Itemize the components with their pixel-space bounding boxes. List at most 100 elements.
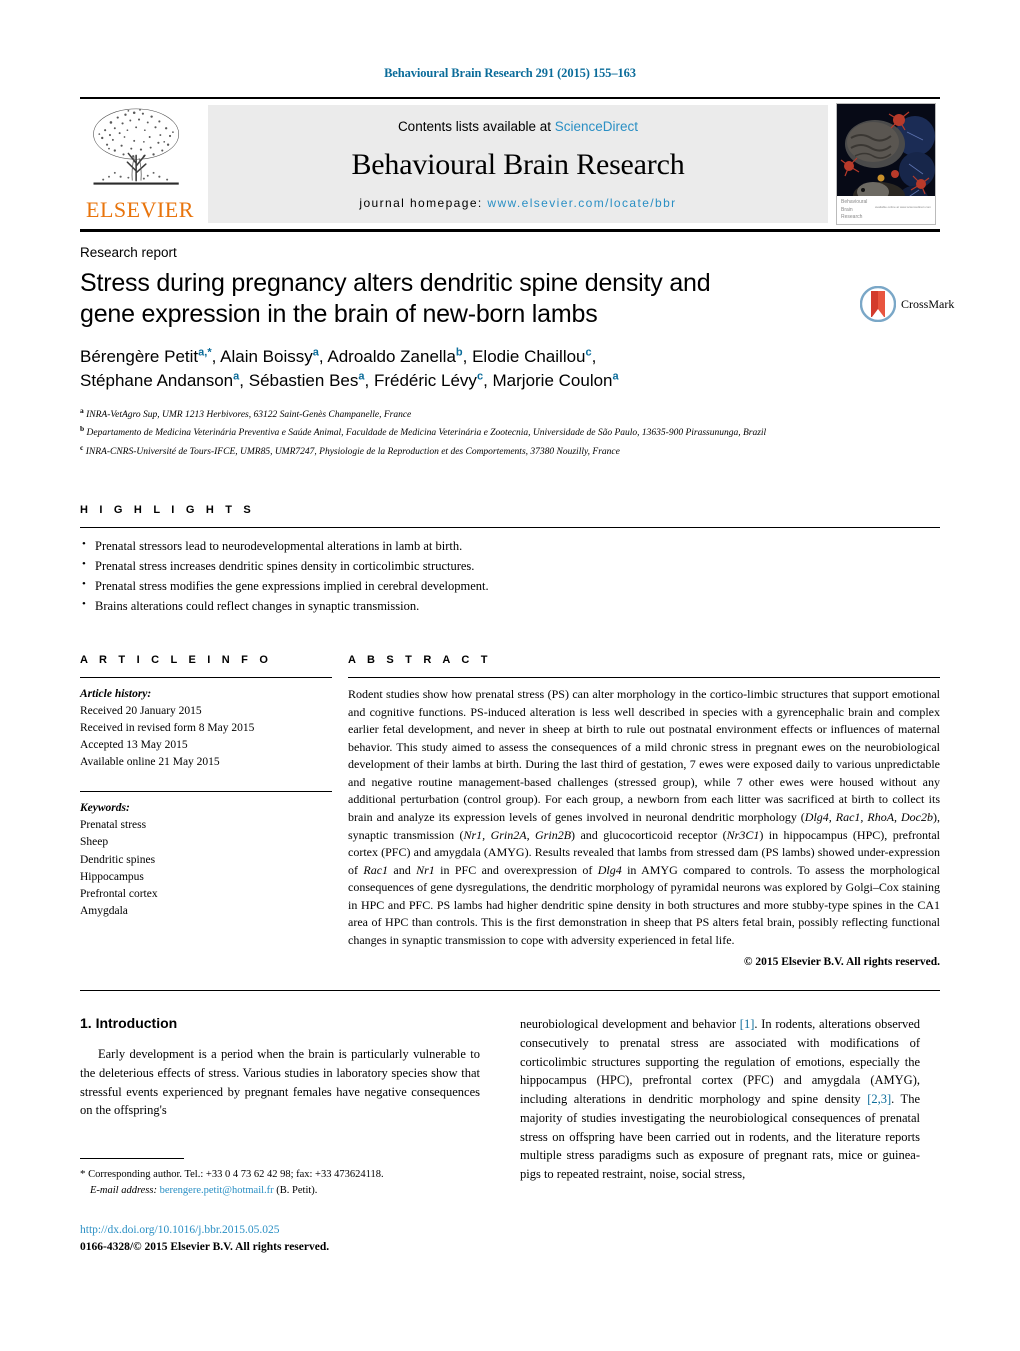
highlights-list: Prenatal stressors lead to neurodevelopm…: [80, 536, 940, 617]
author-name: Bérengère Petita,*: [80, 345, 212, 366]
page-title: Stress during pregnancy alters dendritic…: [80, 269, 711, 329]
corresponding-author-footnote: * Corresponding author. Tel.: +33 0 4 73…: [80, 1158, 500, 1199]
highlights-heading: H I G H L I G H T S: [80, 504, 255, 517]
doi-link[interactable]: http://dx.doi.org/10.1016/j.bbr.2015.05.…: [80, 1222, 329, 1239]
author-name: Elodie Chaillouc: [472, 345, 592, 366]
author-name: Frédéric Lévyc: [373, 370, 484, 391]
introduction-paragraph-left: Early development is a period when the b…: [80, 1047, 480, 1118]
author-line-1: Bérengère Petita,*, Alain Boissya, Adroa…: [80, 345, 597, 366]
info-abstract-row: A R T I C L E I N F O Article history: R…: [80, 654, 940, 968]
affiliation-mark: b: [80, 424, 85, 434]
author-name: Marjorie Coulona: [492, 370, 619, 391]
highlight-item: Prenatal stress modifies the gene expres…: [80, 576, 940, 597]
doi-block: http://dx.doi.org/10.1016/j.bbr.2015.05.…: [80, 1222, 329, 1257]
author-name: Alain Boissya: [220, 345, 319, 366]
highlight-item: Brains alterations could reflect changes…: [80, 596, 940, 617]
author-affiliation-mark: a: [312, 345, 319, 358]
gene-names: Dlg4: [597, 862, 622, 877]
journal-homepage-line: journal homepage: www.elsevier.com/locat…: [359, 196, 676, 210]
footnote-text: * Corresponding author. Tel.: +33 0 4 73…: [80, 1166, 500, 1199]
sciencedirect-link[interactable]: ScienceDirect: [555, 119, 638, 134]
article-type-label: Research report: [80, 245, 177, 260]
contents-available-line: Contents lists available at ScienceDirec…: [398, 119, 638, 134]
highlight-item: Prenatal stressors lead to neurodevelopm…: [80, 536, 940, 557]
citation-ref[interactable]: [2,3]: [867, 1092, 891, 1106]
email-owner: (B. Petit).: [276, 1184, 318, 1196]
author-affiliation-mark: a,*: [198, 345, 212, 358]
abstract-rule: [348, 677, 940, 679]
author-affiliation-mark: a: [358, 370, 365, 383]
citation-ref[interactable]: [1]: [740, 1017, 755, 1031]
affiliation-item: b Departamento de Medicina Veterinária P…: [80, 424, 767, 439]
keyword-item: Hippocampus: [80, 870, 144, 883]
email-link[interactable]: berengere.petit@hotmail.fr: [160, 1185, 274, 1196]
abstract-section: A B S T R A C T Rodent studies show how …: [348, 654, 940, 968]
journal-cover: available online at www.sciencedirect.co…: [836, 103, 940, 225]
highlights-rule: [80, 527, 940, 529]
article-history-block: Article history: Received 20 January 201…: [80, 686, 332, 771]
affiliation-item: a INRA-VetAgro Sup, UMR 1213 Herbivores,…: [80, 405, 412, 420]
author-affiliation-mark: c: [476, 370, 484, 383]
gene-names: Dlg4, Rac1, RhoA, Doc2b: [804, 809, 933, 824]
author-affiliation-mark: a: [233, 370, 240, 383]
abstract-copyright: © 2015 Elsevier B.V. All rights reserved…: [743, 956, 940, 969]
issn-copyright-line: 0166-4328/© 2015 Elsevier B.V. All right…: [80, 1241, 330, 1254]
cover-caption-tiny: available online at www.sciencedirect.co…: [874, 205, 931, 209]
abstract-heading: A B S T R A C T: [348, 654, 492, 667]
cover-caption: available online at www.sciencedirect.co…: [837, 196, 935, 224]
gene-names: Nr1: [416, 862, 435, 877]
keywords-label: Keywords:: [80, 802, 130, 815]
journal-masthead: ELSEVIER Contents lists available at Sci…: [80, 97, 940, 225]
article-info-rule: [80, 677, 332, 679]
gene-names: Nr1, Grin2A, Grin2B: [463, 827, 572, 842]
highlight-item: Prenatal stress increases dendritic spin…: [80, 556, 940, 577]
author-affiliation-mark: b: [455, 345, 463, 358]
keyword-item: Prenatal stress: [80, 819, 147, 832]
keyword-item: Dendritic spines: [80, 853, 156, 866]
gene-names: Rac1: [363, 862, 389, 877]
keyword-item: Amygdala: [80, 904, 128, 917]
article-history-item: Received in revised form 8 May 2015: [80, 722, 255, 735]
footnote-rule: [80, 1158, 184, 1159]
affiliation-list: a INRA-VetAgro Sup, UMR 1213 Herbivores,…: [80, 405, 940, 461]
masthead-bottom-rule: [80, 229, 940, 232]
article-history-item: Received 20 January 2015: [80, 705, 202, 718]
introduction-heading: 1. Introduction: [80, 1015, 178, 1032]
author-line-2: Stéphane Andansona, Sébastien Besa, Fréd…: [80, 370, 619, 391]
keywords-rule: [80, 791, 332, 793]
author-name: Adroaldo Zanellab: [327, 345, 463, 366]
gene-names: Nr3C1: [726, 827, 760, 842]
body-top-rule: [80, 990, 940, 992]
body-column-right: neurobiological development and behavior…: [520, 1015, 920, 1184]
keywords-items: Prenatal stress Sheep Dendritic spines Hipp…: [80, 817, 332, 919]
footnote-star: *: [80, 1168, 86, 1180]
highlights-section: H I G H L I G H T S Prenatal stressors l…: [80, 504, 940, 616]
crossmark-label: CrossMark: [901, 296, 955, 311]
article-history-item: Available online 21 May 2015: [80, 756, 220, 769]
article-page: Behavioural Brain Research 291 (2015) 15…: [0, 0, 1020, 1351]
email-label: E-mail address:: [90, 1184, 157, 1196]
keyword-item: Sheep: [80, 836, 109, 849]
keyword-item: Prefrontal cortex: [80, 887, 158, 900]
elsevier-logo: ELSEVIER: [80, 105, 200, 223]
article-info-section: A R T I C L E I N F O Article history: R…: [80, 654, 348, 968]
elsevier-wordmark: ELSEVIER: [86, 197, 194, 222]
article-history-label: Article history:: [80, 688, 152, 701]
affiliation-item: c INRA-CNRS-Université de Tours-IFCE, UM…: [80, 442, 620, 457]
author-name: Sébastien Besa: [248, 370, 365, 391]
affiliation-mark: c: [80, 442, 84, 452]
author-list: Bérengère Petita,*, Alain Boissya, Adroa…: [80, 345, 800, 394]
elsevier-tree-icon: [93, 108, 180, 185]
masthead-center: Contents lists available at ScienceDirec…: [208, 105, 828, 223]
journal-cover-thumbnail: available online at www.sciencedirect.co…: [836, 103, 936, 225]
cover-caption-line3: Research: [841, 214, 863, 220]
corresponding-author-text: Corresponding author. Tel.: +33 0 4 73 6…: [88, 1169, 384, 1180]
abstract-body: Rodent studies show how prenatal stress …: [348, 687, 940, 947]
journal-title: Behavioural Brain Research: [351, 148, 685, 181]
keywords-block: Keywords: Prenatal stress Sheep Dendritic …: [80, 800, 332, 919]
introduction-paragraph-right: neurobiological development and behavior…: [520, 1017, 920, 1182]
article-info-heading: A R T I C L E I N F O: [80, 654, 273, 667]
crossmark-badge[interactable]: CrossMark: [859, 283, 955, 325]
article-history-items: Received 20 January 2015 Received in revi…: [80, 703, 332, 771]
homepage-url-link[interactable]: www.elsevier.com/locate/bbr: [487, 196, 676, 210]
